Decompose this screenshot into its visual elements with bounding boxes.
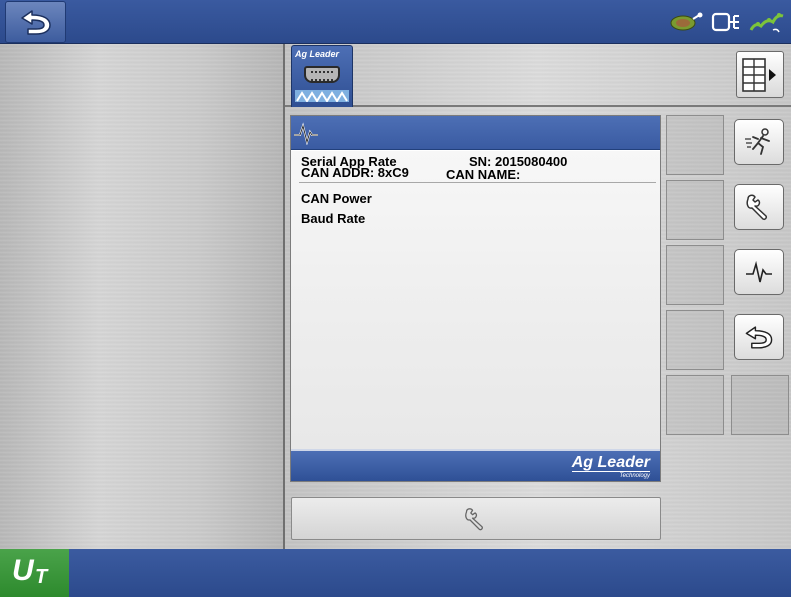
device-settings-button[interactable] <box>291 497 661 540</box>
can-address: CAN ADDR: 8xC9 <box>301 165 409 180</box>
running-person-icon <box>745 128 770 155</box>
top-bar <box>0 0 791 44</box>
side-slot-5 <box>666 375 724 435</box>
wireless-signal-icon[interactable] <box>749 10 785 34</box>
isobus-connection-icon[interactable] <box>711 11 741 33</box>
grid-menu-button[interactable] <box>736 51 784 98</box>
back-button[interactable] <box>734 314 784 360</box>
list-item-can-power[interactable]: CAN Power <box>301 192 372 206</box>
side-slot-1 <box>666 115 724 175</box>
status-icons <box>669 10 785 34</box>
side-slot-2 <box>666 180 724 240</box>
device-info-panel: Serial App Rate SN: 2015080400 CAN ADDR:… <box>290 115 661 482</box>
device-info-body: Serial App Rate SN: 2015080400 CAN ADDR:… <box>291 151 660 449</box>
back-arrow-icon <box>745 326 773 349</box>
back-arrow-icon <box>20 10 51 35</box>
ut-letter-t: T <box>35 566 48 588</box>
serial-connector-icon <box>304 66 340 83</box>
diagnostics-button[interactable] <box>734 249 784 295</box>
settings-button[interactable] <box>734 184 784 230</box>
top-back-button[interactable] <box>5 1 66 43</box>
ut-letter-u: U <box>12 554 34 587</box>
universal-terminal-button[interactable]: U T <box>0 549 69 597</box>
device-info-header <box>291 116 660 150</box>
can-name: CAN NAME: <box>446 167 521 182</box>
wrench-icon <box>465 507 483 530</box>
tab-strip-divider <box>285 105 791 107</box>
side-slot-6 <box>731 375 789 435</box>
side-slot-4 <box>666 310 724 370</box>
device-tab-brand: Ag Leader <box>295 49 340 59</box>
spray-pattern-icon <box>295 90 349 102</box>
waveform-icon <box>746 260 772 283</box>
list-item-baud-rate[interactable]: Baud Rate <box>301 212 365 226</box>
wrench-icon <box>746 194 767 220</box>
gps-satellite-icon[interactable] <box>669 11 703 33</box>
device-tab-ag-leader[interactable]: Ag Leader <box>291 45 353 107</box>
bottom-bar: U T <box>0 549 791 597</box>
run-button[interactable] <box>734 119 784 165</box>
side-slot-3 <box>666 245 724 305</box>
device-info-footer: Ag Leader Technology <box>291 449 660 481</box>
info-divider <box>299 182 656 183</box>
logo-text: Ag Leader <box>571 454 650 471</box>
left-panel <box>0 44 285 549</box>
grid-menu-icon <box>742 57 776 92</box>
diagnostics-waveform-icon <box>294 121 318 145</box>
ag-leader-logo: Ag Leader Technology <box>571 454 650 479</box>
logo-subtext: Technology <box>571 471 650 479</box>
